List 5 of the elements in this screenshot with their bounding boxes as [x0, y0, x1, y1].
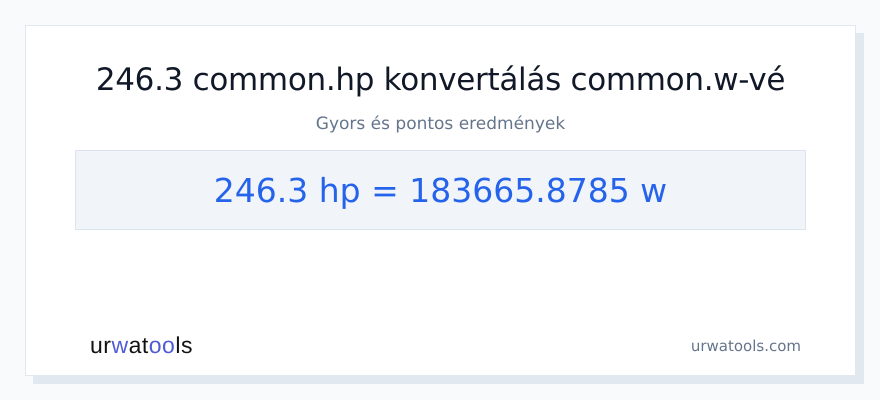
page-title: 246.3 common.hp konvertálás common.w-vé: [96, 62, 786, 98]
subtitle: Gyors és pontos eredmények: [316, 114, 566, 134]
site-url: urwatools.com: [690, 336, 801, 354]
result-panel: 246.3 hp = 183665.8785 w: [75, 150, 806, 230]
logo: urwatools: [90, 332, 193, 359]
